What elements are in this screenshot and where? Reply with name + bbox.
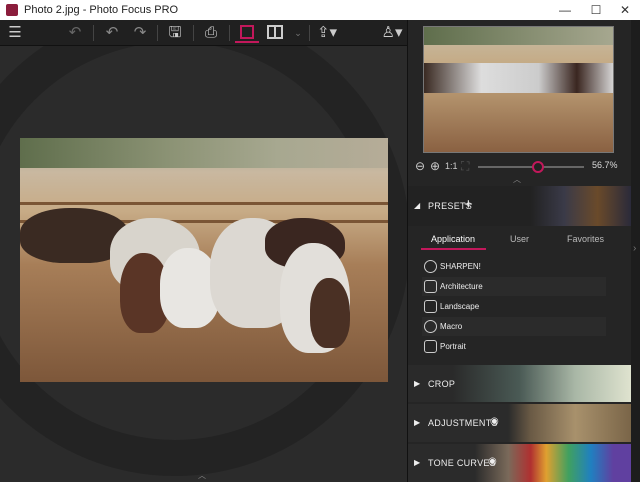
tab-application[interactable]: Application xyxy=(431,234,475,244)
preset-sharpen[interactable]: SHARPEN! xyxy=(422,257,606,276)
presets-header[interactable]: ◢ PRESETS + xyxy=(408,186,631,226)
zoom-out-icon[interactable]: ⊖ xyxy=(415,159,425,173)
window-title: Photo 2.jpg - Photo Focus PRO xyxy=(24,4,179,16)
zoom-value: 56.7% xyxy=(592,160,618,170)
tone-curves-section[interactable]: ▶ TONE CURVES ◉ xyxy=(408,444,631,482)
portrait-icon xyxy=(424,340,437,353)
menu-icon[interactable]: ☰ xyxy=(3,23,27,43)
undo-all-icon[interactable]: ↶ xyxy=(63,23,87,43)
preset-label: SHARPEN! xyxy=(440,262,481,271)
preset-label: Macro xyxy=(440,322,463,331)
print-icon[interactable]: ⎙ xyxy=(199,23,223,43)
divider xyxy=(93,25,94,41)
chevron-right-icon[interactable]: › xyxy=(633,243,636,254)
gauge-icon xyxy=(424,260,437,273)
split-view-icon[interactable] xyxy=(267,25,283,39)
share-icon[interactable]: ⇪▾ xyxy=(315,23,339,43)
minimize-button[interactable]: — xyxy=(550,0,580,20)
preset-label: Architecture xyxy=(440,282,483,291)
add-preset-icon[interactable]: + xyxy=(464,196,473,213)
bug-icon xyxy=(424,320,437,333)
undo-icon[interactable]: ↶ xyxy=(100,23,124,43)
preset-architecture[interactable]: Architecture xyxy=(422,277,606,296)
adjustments-label: ADJUSTMENTS xyxy=(428,418,498,428)
app-icon xyxy=(6,4,18,16)
right-panel: ⊖ ⊕ 1:1 ⛶ 56.7% ︿ ◢ PRESETS + Applicatio… xyxy=(407,20,640,482)
close-button[interactable]: ✕ xyxy=(610,0,640,20)
divider xyxy=(309,25,310,41)
zoom-slider[interactable] xyxy=(478,161,584,173)
collapse-navigator-icon[interactable]: ︿ xyxy=(513,174,521,185)
collapsed-arrow-icon: ▶ xyxy=(414,418,421,427)
fit-icon[interactable]: ⛶ xyxy=(461,159,469,174)
single-view-icon xyxy=(240,25,254,39)
collapsed-arrow-icon: ▶ xyxy=(414,379,421,388)
preset-landscape[interactable]: Landscape xyxy=(422,297,606,316)
title-bar: Photo 2.jpg - Photo Focus PRO — ☐ ✕ xyxy=(0,0,640,20)
single-view-button[interactable] xyxy=(235,23,259,43)
landscape-icon xyxy=(424,300,437,313)
tone-curves-label: TONE CURVES xyxy=(428,458,496,468)
crop-section[interactable]: ▶ CROP xyxy=(408,365,631,402)
dropdown-icon[interactable]: ⌄ xyxy=(286,23,310,43)
eye-icon[interactable]: ◉ xyxy=(488,456,497,467)
redo-icon[interactable]: ↷ xyxy=(128,23,152,43)
zoom-in-icon[interactable]: ⊕ xyxy=(430,159,440,173)
active-tab-indicator xyxy=(421,248,486,250)
divider xyxy=(157,25,158,41)
adjustments-section[interactable]: ▶ ADJUSTMENTS ◉ xyxy=(408,404,631,442)
divider xyxy=(229,25,230,41)
navigator-thumbnail[interactable] xyxy=(423,26,614,153)
tab-user[interactable]: User xyxy=(510,234,529,244)
save-icon[interactable]: 🖫 xyxy=(163,23,187,43)
expanded-arrow-icon: ◢ xyxy=(414,201,421,210)
building-icon xyxy=(424,280,437,293)
panel-side-strip[interactable]: › xyxy=(631,20,640,482)
image-canvas[interactable]: ︿ xyxy=(0,46,407,482)
preset-label: Portrait xyxy=(440,342,466,351)
collapse-arrow-icon[interactable]: ︿ xyxy=(198,470,206,481)
preset-portrait[interactable]: Portrait xyxy=(422,337,606,356)
user-icon[interactable]: ♙▾ xyxy=(378,23,406,43)
preset-label: Landscape xyxy=(440,302,480,311)
collapsed-arrow-icon: ▶ xyxy=(414,458,421,467)
divider xyxy=(193,25,194,41)
zoom-slider-handle[interactable] xyxy=(532,161,545,173)
maximize-button[interactable]: ☐ xyxy=(581,0,611,20)
tab-favorites[interactable]: Favorites xyxy=(567,234,604,244)
crop-label: CROP xyxy=(428,379,456,389)
one-to-one-button[interactable]: 1:1 xyxy=(445,161,458,171)
eye-icon[interactable]: ◉ xyxy=(490,416,499,427)
photo-horses xyxy=(20,138,388,382)
preset-macro[interactable]: Macro xyxy=(422,317,606,336)
